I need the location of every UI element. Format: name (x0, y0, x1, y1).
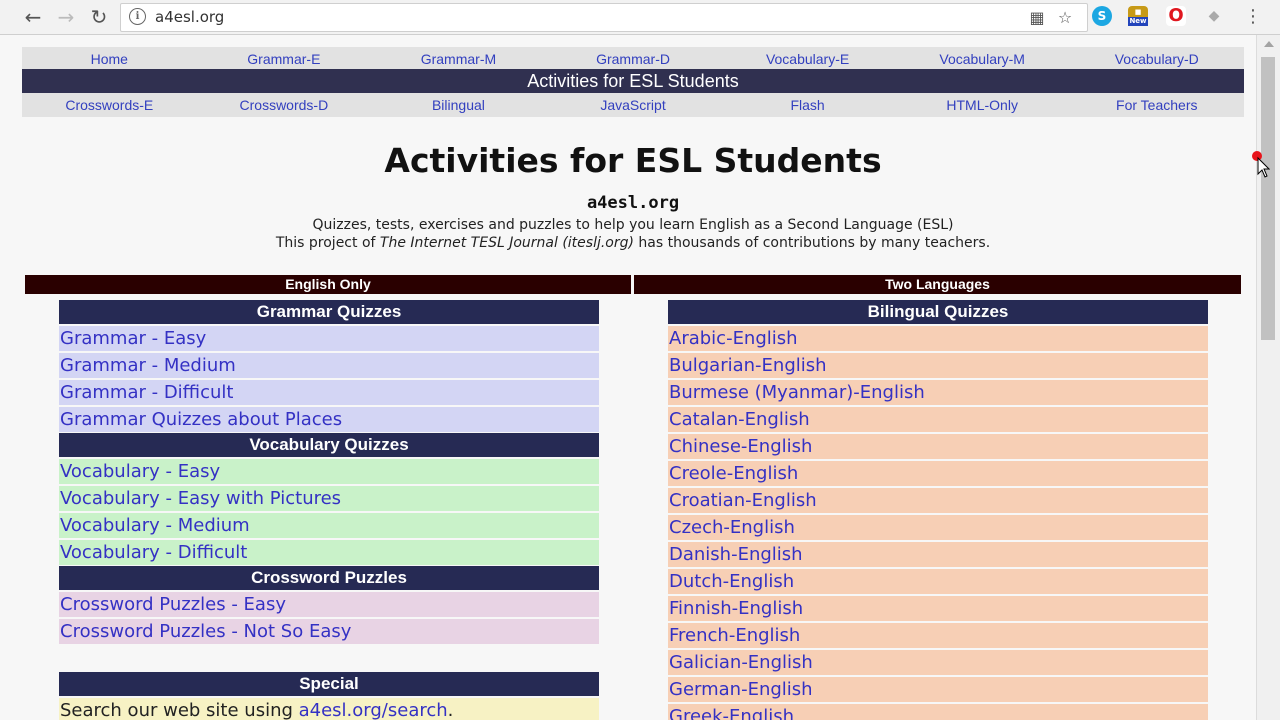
list-item[interactable]: Creole-English (668, 461, 1208, 486)
english-only-header: English Only (25, 275, 631, 294)
search-prefix: Search our web site using (60, 700, 299, 720)
list-item[interactable]: Czech-English (668, 515, 1208, 540)
browser-toolbar: ← → ↻ i a4esl.org ▦ ☆ S ■ New O ◆ ⋮ (0, 0, 1280, 35)
section-title: Special (59, 672, 599, 696)
nav-grammar-m[interactable]: Grammar-M (371, 47, 546, 71)
grammar-section: Grammar Quizzes Grammar - Easy Grammar -… (59, 300, 599, 432)
crossword-section: Crossword Puzzles Crossword Puzzles - Ea… (59, 566, 599, 644)
section-title: Grammar Quizzes (59, 300, 599, 324)
list-item[interactable]: Croatian-English (668, 488, 1208, 513)
list-item[interactable]: Crossword Puzzles - Not So Easy (59, 619, 599, 644)
site-title-bar: Activities for ESL Students (22, 69, 1244, 94)
list-item[interactable]: Vocabulary - Difficult (59, 540, 599, 565)
nav-grammar-e[interactable]: Grammar-E (197, 47, 372, 71)
nav-vocabulary-e[interactable]: Vocabulary-E (720, 47, 895, 71)
nav-javascript[interactable]: JavaScript (546, 93, 721, 117)
nav-for-teachers[interactable]: For Teachers (1069, 93, 1244, 117)
top-nav: Home Grammar-E Grammar-M Grammar-D Vocab… (22, 47, 1244, 71)
bilingual-section: Bilingual Quizzes Arabic-English Bulgari… (668, 300, 1208, 720)
nav-flash[interactable]: Flash (720, 93, 895, 117)
vertical-scrollbar[interactable] (1256, 35, 1280, 720)
list-item[interactable]: Vocabulary - Easy (59, 459, 599, 484)
dropbox-extension-icon[interactable]: ◆ (1204, 6, 1224, 26)
mouse-cursor-icon (1252, 151, 1270, 178)
new-badge: New (1128, 17, 1148, 26)
page-title: Activities for ESL Students (384, 141, 882, 180)
two-languages-header: Two Languages (634, 275, 1241, 294)
search-suffix: . (447, 700, 454, 720)
list-item[interactable]: Grammar Quizzes about Places (59, 407, 599, 432)
search-note: Search our web site using a4esl.org/sear… (59, 698, 599, 720)
nav-html-only[interactable]: HTML-Only (895, 93, 1070, 117)
new-extension-icon[interactable]: ■ New (1128, 6, 1148, 26)
address-bar[interactable]: i a4esl.org ▦ ☆ (120, 3, 1088, 32)
reload-icon[interactable]: ↻ (86, 4, 112, 30)
section-title: Vocabulary Quizzes (59, 433, 599, 457)
list-item[interactable]: Grammar - Difficult (59, 380, 599, 405)
nav-crosswords-d[interactable]: Crosswords-D (197, 93, 372, 117)
bookmark-star-icon[interactable]: ☆ (1055, 8, 1075, 28)
project-italic: The Internet TESL Journal (iteslj.org) (379, 235, 634, 251)
secondary-nav: Crosswords-E Crosswords-D Bilingual Java… (22, 93, 1244, 117)
scrollbar-thumb[interactable] (1261, 57, 1275, 340)
nav-vocabulary-d[interactable]: Vocabulary-D (1069, 47, 1244, 71)
list-item[interactable]: Chinese-English (668, 434, 1208, 459)
list-item[interactable]: Vocabulary - Medium (59, 513, 599, 538)
project-suffix: has thousands of contributions by many t… (633, 235, 991, 251)
back-arrow-icon[interactable]: ← (20, 4, 46, 30)
list-item[interactable]: Arabic-English (668, 326, 1208, 351)
list-item[interactable]: Burmese (Myanmar)-English (668, 380, 1208, 405)
nav-crosswords-e[interactable]: Crosswords-E (22, 93, 197, 117)
project-prefix: This project of (275, 235, 380, 251)
section-title: Bilingual Quizzes (668, 300, 1208, 324)
skype-extension-icon[interactable]: S (1092, 6, 1112, 26)
section-title: Crossword Puzzles (59, 566, 599, 590)
vocabulary-section: Vocabulary Quizzes Vocabulary - Easy Voc… (59, 433, 599, 565)
web-page: Home Grammar-E Grammar-M Grammar-D Vocab… (0, 35, 1256, 720)
info-icon[interactable]: i (129, 8, 146, 25)
list-item[interactable]: Grammar - Medium (59, 353, 599, 378)
special-section: Special Search our web site using a4esl.… (59, 672, 599, 720)
list-item[interactable]: Danish-English (668, 542, 1208, 567)
list-item[interactable]: Greek-English (668, 704, 1208, 720)
search-link[interactable]: a4esl.org/search (299, 700, 448, 720)
list-item[interactable]: Finnish-English (668, 596, 1208, 621)
menu-icon[interactable]: ⋮ (1244, 4, 1262, 30)
opera-extension-icon[interactable]: O (1166, 6, 1186, 26)
list-item[interactable]: Grammar - Easy (59, 326, 599, 351)
list-item[interactable]: Dutch-English (668, 569, 1208, 594)
scroll-up-arrow-icon[interactable] (1264, 41, 1274, 47)
translate-icon[interactable]: ▦ (1027, 8, 1047, 28)
site-name: a4esl.org (586, 193, 680, 213)
tagline: Quizzes, tests, exercises and puzzles to… (312, 217, 954, 233)
list-item[interactable]: Bulgarian-English (668, 353, 1208, 378)
forward-arrow-icon[interactable]: → (53, 4, 79, 30)
list-item[interactable]: Crossword Puzzles - Easy (59, 592, 599, 617)
list-item[interactable]: Galician-English (668, 650, 1208, 675)
list-item[interactable]: Catalan-English (668, 407, 1208, 432)
nav-vocabulary-m[interactable]: Vocabulary-M (895, 47, 1070, 71)
list-item[interactable]: French-English (668, 623, 1208, 648)
nav-home[interactable]: Home (22, 47, 197, 71)
list-item[interactable]: Vocabulary - Easy with Pictures (59, 486, 599, 511)
project-line: This project of The Internet TESL Journa… (0, 235, 1256, 251)
nav-grammar-d[interactable]: Grammar-D (546, 47, 721, 71)
address-bar-url[interactable]: a4esl.org (155, 8, 224, 26)
nav-bilingual[interactable]: Bilingual (371, 93, 546, 117)
list-item[interactable]: German-English (668, 677, 1208, 702)
